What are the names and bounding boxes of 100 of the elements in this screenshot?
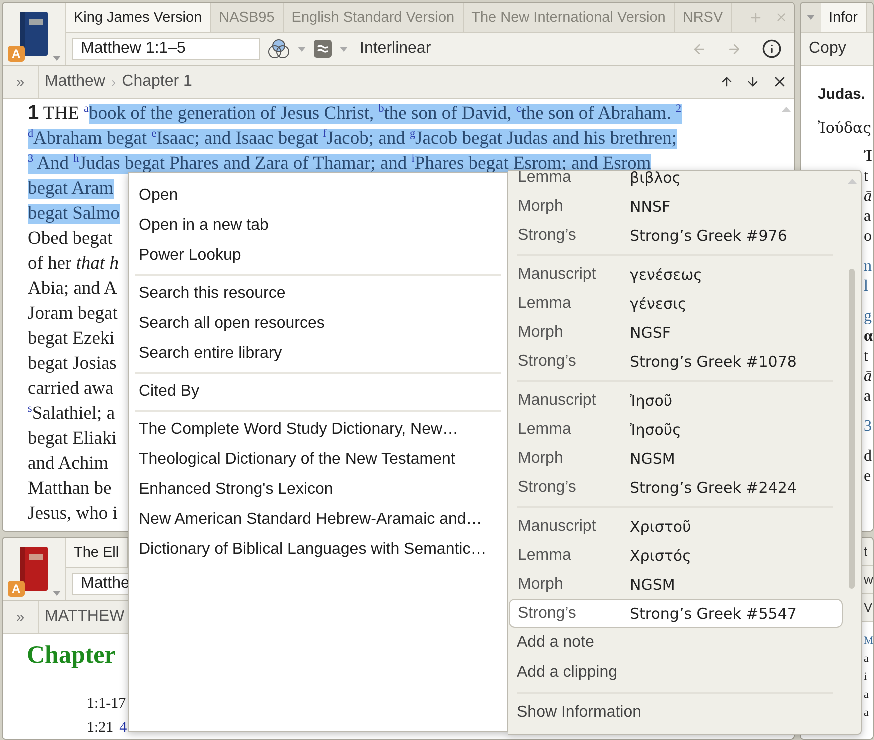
info-row[interactable]: Lemma Χριστός <box>509 541 843 570</box>
entry-text: o <box>864 227 873 247</box>
info-label: Lemma <box>518 294 572 312</box>
breadcrumb[interactable]: Chapter 1 <box>116 73 198 91</box>
entry-text: α <box>864 327 873 347</box>
entry-text: a <box>864 706 870 721</box>
info-label: Morph <box>518 576 564 594</box>
info-value: Ἰησοῦ <box>630 392 674 410</box>
entry-text[interactable]: l <box>864 277 873 297</box>
menu-item[interactable]: Add a note <box>517 628 843 658</box>
info-label: Manuscript <box>518 518 598 536</box>
verse-text: Matthan be <box>28 479 112 499</box>
entry-text: t <box>864 167 870 187</box>
outline-reference: 1:21 <box>87 720 114 736</box>
info-row[interactable]: Strong’s Strong’s Greek #1078 <box>509 347 843 376</box>
info-label: Lemma <box>518 546 572 564</box>
entry-text: t <box>864 347 870 367</box>
verse-text: book of the generation of Jesus Christ, $^{b}$the son of David, $^{c}$the son of Abraham. $^{2}$ <box>88 104 682 124</box>
verse-text: and Achim <box>28 454 109 474</box>
outline-reference: 1:1-17 <box>87 696 126 712</box>
menu-item[interactable]: Power Lookup <box>135 241 501 271</box>
menu-item[interactable]: The Complete Word Study Dictionary, New… <box>135 415 501 445</box>
info-label: Manuscript <box>518 266 598 284</box>
entry-text: a <box>864 387 872 407</box>
info-row[interactable]: Morph NGSF <box>509 318 843 347</box>
breadcrumb[interactable]: Matthew <box>39 73 112 91</box>
info-label: Strong’s <box>518 226 578 244</box>
info-row[interactable]: Morph NGSM <box>509 444 843 473</box>
menu-item[interactable]: Search all open resources <box>135 309 501 339</box>
menu-item[interactable]: Show Information <box>517 698 843 728</box>
menu-item[interactable]: Add a clipping <box>517 658 843 688</box>
interlinear-button[interactable]: Interlinear <box>356 40 436 58</box>
info-value: NGSF <box>630 324 672 342</box>
panel-tab[interactable]: t <box>864 544 868 559</box>
info-value: Χριστός <box>630 546 692 564</box>
entry-text[interactable]: n <box>864 257 873 277</box>
panel-nav-label: V <box>864 600 873 615</box>
info-label: Morph <box>518 198 564 216</box>
menu-item[interactable]: Theological Dictionary of the New Testament <box>135 445 501 475</box>
info-row[interactable]: Manuscript γενέσεως <box>509 260 843 289</box>
info-row[interactable]: Lemma Ἰησοῦς <box>509 415 843 444</box>
verse-text: Jesus, who i <box>28 504 118 524</box>
info-row[interactable]: Manuscript Χριστοῦ <box>509 512 843 541</box>
verse-text: Joram begat <box>28 304 118 324</box>
info-row[interactable]: Manuscript Ἰησοῦ <box>509 386 843 415</box>
info-value: Strong’s Greek #5547 <box>630 604 798 622</box>
entry-text[interactable]: g <box>864 307 873 327</box>
info-row[interactable]: Morph NGSM <box>509 570 843 599</box>
entry-text: a <box>864 652 870 667</box>
chapter-heading: Chapter <box>26 641 117 670</box>
copy-button[interactable]: Copy <box>801 40 854 58</box>
menu-item[interactable]: New American Standard Hebrew-Aramaic and… <box>135 505 501 535</box>
entry-text: d <box>864 447 873 467</box>
reference-field[interactable]: Matthew 1:1–5 <box>72 38 260 60</box>
info-value: Strong’s Greek #1078 <box>630 352 798 370</box>
info-label: Strong’s <box>518 478 578 496</box>
menu-item[interactable]: Search this resource <box>135 279 501 309</box>
entry-text: e <box>864 467 872 487</box>
entry-title: Judas. <box>818 86 867 103</box>
info-value: NGSM <box>630 450 676 468</box>
info-value: βιβλος <box>630 171 682 186</box>
menu-item[interactable]: Search entire library <box>135 339 501 369</box>
verse-text: begat Aram <box>28 179 114 199</box>
entry-text[interactable]: 3 <box>864 417 873 437</box>
entry-text: ā <box>864 367 873 387</box>
info-row[interactable]: Lemma γένεσις <box>509 289 843 318</box>
expand-button[interactable]: » <box>3 601 39 633</box>
info-value: Χριστοῦ <box>630 518 692 536</box>
info-row[interactable]: Morph NNSF <box>509 192 843 221</box>
verse-text: begat Ezeki <box>28 329 115 349</box>
entry-text: a <box>864 207 872 227</box>
info-value: NNSF <box>630 198 672 216</box>
information-tab[interactable]: Infor <box>821 3 868 32</box>
expand-button[interactable]: » <box>3 66 39 98</box>
verse-text: begat Josias <box>28 354 117 374</box>
verse-text: of her that h <box>28 254 119 274</box>
verse-text: Obed begat <box>28 229 113 249</box>
breadcrumb[interactable]: MATTHEW <box>39 608 131 626</box>
entry-text: a <box>864 688 870 703</box>
menu-item[interactable]: Dictionary of Biblical Languages with Semantic… <box>135 535 501 565</box>
resource-tab[interactable]: King James Version <box>66 3 212 32</box>
menu-item[interactable]: Enhanced Strong's Lexicon <box>135 475 501 505</box>
menu-item[interactable]: Cited By <box>135 377 501 407</box>
info-label: Manuscript <box>518 392 598 410</box>
entry-text: ā <box>864 187 873 207</box>
verse-text: $^{d}$Abraham begat $^{e}$Isaac; and Isaac begat $^{f}$Jacob; and $^{g}$Jacob begat Judas and his brethren; <box>28 129 678 149</box>
info-label: Lemma <box>518 420 572 438</box>
info-row[interactable]: Strong’s Strong’s Greek #5547 <box>509 599 843 628</box>
info-row[interactable]: Strong’s Strong’s Greek #2424 <box>509 473 843 502</box>
resource-tab[interactable]: The Ell <box>66 538 128 567</box>
verse-text: begat Eliaki <box>28 429 117 449</box>
info-row[interactable]: Strong’s Strong’s Greek #976 <box>509 221 843 250</box>
menu-item[interactable]: Open in a new tab <box>135 211 501 241</box>
menu-item[interactable]: Open <box>135 181 501 211</box>
outline-link[interactable]: 4 <box>120 720 128 736</box>
info-label: Strong’s <box>518 604 578 622</box>
info-value: γένεσις <box>630 294 688 312</box>
verse-text: $^{s}$Salathiel; a <box>28 404 116 424</box>
info-label: Morph <box>518 450 564 468</box>
verse-text: Abia; and A <box>28 279 118 299</box>
